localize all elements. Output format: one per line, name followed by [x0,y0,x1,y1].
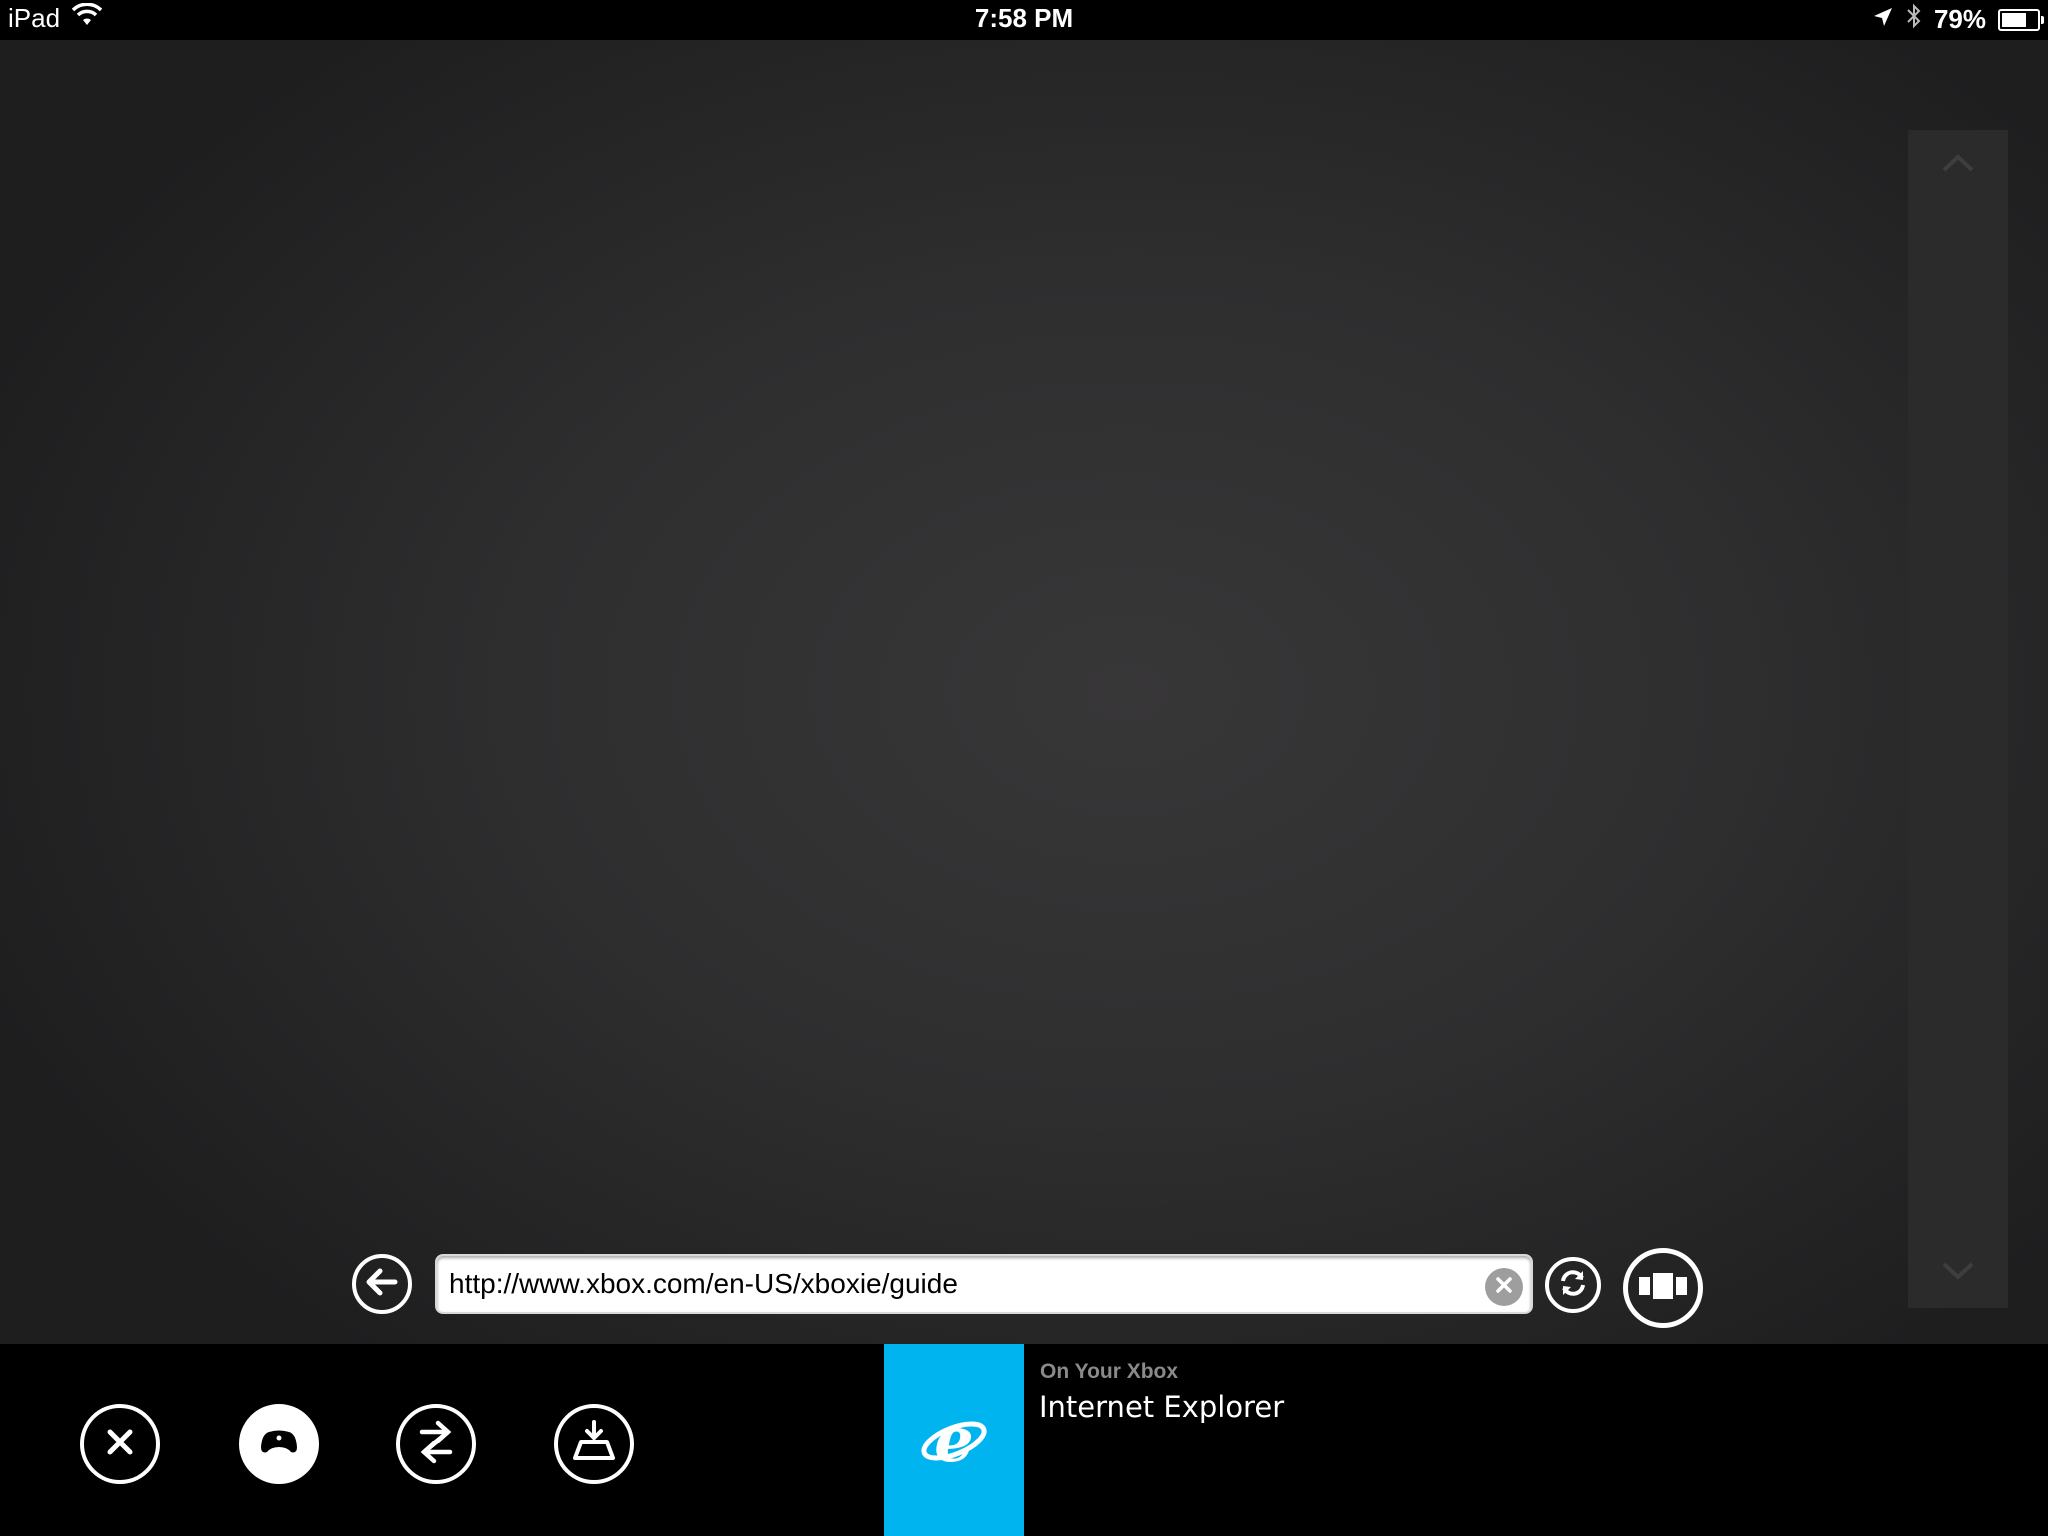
bottom-bar: e On Your Xbox Internet Explorer [0,1344,2048,1536]
refresh-button[interactable] [1545,1257,1601,1313]
clear-icon [1494,1275,1514,1300]
location-arrow-icon [1872,4,1894,35]
eject-button[interactable] [554,1404,634,1484]
close-button[interactable] [80,1404,160,1484]
chevron-up-icon [1941,153,1975,178]
clear-url-button[interactable] [1485,1268,1523,1306]
scroll-track[interactable] [1908,130,2008,1308]
internet-explorer-icon: e [919,1403,989,1476]
back-button[interactable] [352,1254,412,1314]
tabs-icon [1638,1271,1688,1306]
close-icon [104,1426,136,1463]
status-time: 7:58 PM [974,3,1074,33]
eject-icon [571,1419,617,1469]
switch-button[interactable] [396,1404,476,1484]
url-text[interactable]: http://www.xbox.com/en-US/xboxie/guide [449,1268,958,1300]
now-playing-label: On Your Xbox [1040,1360,1179,1383]
switch-icon [416,1419,456,1470]
chevron-down-icon [1941,1261,1975,1286]
svg-text:e: e [934,1405,973,1471]
bluetooth-icon [1906,3,1922,36]
battery-percent: 79% [1933,4,1986,34]
scroll-up-button[interactable] [1908,130,2008,200]
battery-fill [2002,12,2026,27]
app-tile[interactable]: e [884,1344,1024,1536]
status-right: 79% [1872,3,2044,36]
back-arrow-icon [365,1267,399,1302]
address-bar-row: http://www.xbox.com/en-US/xboxie/guide [350,1248,1710,1328]
tabs-button[interactable] [1623,1248,1703,1328]
now-playing-app: Internet Explorer [1039,1390,1285,1424]
scroll-down-button[interactable] [1908,1238,2008,1308]
battery-icon [1998,8,2044,31]
url-field[interactable]: http://www.xbox.com/en-US/xboxie/guide [435,1254,1533,1314]
controller-button[interactable] [239,1404,319,1484]
refresh-icon [1557,1267,1589,1304]
status-bar: iPad 7:58 PM 79% [0,0,2048,40]
controller-icon [260,1429,298,1460]
browser-viewport[interactable]: http://www.xbox.com/en-US/xboxie/guide [0,40,2048,1344]
